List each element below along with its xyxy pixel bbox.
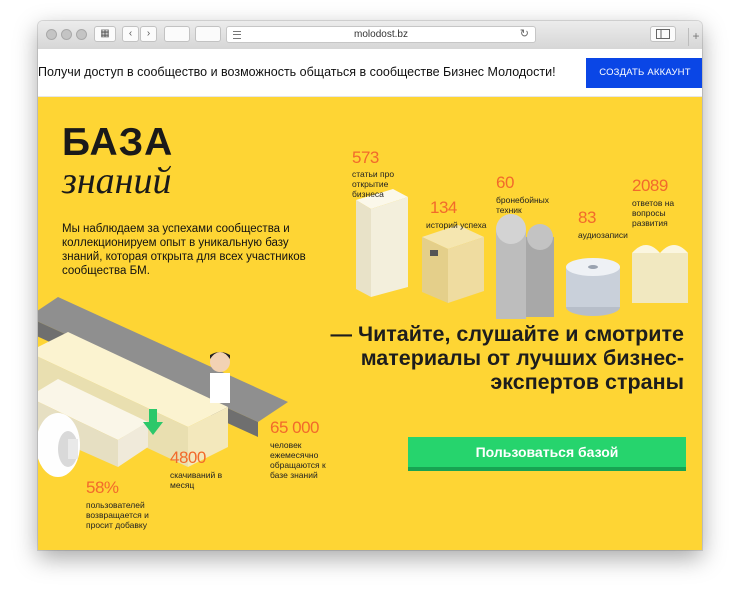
- promo-bar: Получи доступ в сообщество и возможность…: [38, 49, 702, 97]
- page-subtitle: знаний: [62, 160, 172, 202]
- url-text: molodost.bz: [354, 29, 408, 40]
- address-bar[interactable]: molodost.bz ↻: [226, 26, 536, 43]
- back-button[interactable]: ‹: [122, 26, 139, 42]
- page-title: БАЗА: [62, 121, 174, 164]
- stat-audio-label: аудиозаписи: [578, 230, 628, 240]
- stat-audio-value: 83: [578, 208, 596, 227]
- minimize-window-button[interactable]: [61, 29, 72, 40]
- stat-answers-label: ответов на вопросы развития: [632, 198, 675, 228]
- reader-icon[interactable]: [233, 31, 241, 39]
- stat-returning-label: пользователей возвращается и просит доба…: [86, 500, 149, 530]
- reload-icon[interactable]: ↻: [520, 27, 529, 42]
- hero-description: Мы наблюдаем за успехами сообщества и ко…: [62, 223, 306, 277]
- sidebar-icon: [656, 29, 670, 39]
- zoom-window-button[interactable]: [76, 29, 87, 40]
- sidebar-button[interactable]: [650, 26, 676, 42]
- stat-returning-value: 58%: [86, 478, 119, 497]
- chevron-right-icon: ›: [146, 28, 151, 39]
- tab-overview-button[interactable]: ▦: [94, 26, 116, 42]
- stat-articles-value: 573: [352, 148, 379, 167]
- toolbar-button-1[interactable]: [164, 26, 190, 42]
- stat-techniques-value: 60: [496, 173, 514, 192]
- stat-answers-value: 2089: [632, 176, 668, 195]
- chevron-left-icon: ‹: [128, 28, 133, 39]
- close-window-button[interactable]: [46, 29, 57, 40]
- knowledge-base-hero: БАЗА знаний Мы наблюдаем за успехами соо…: [38, 97, 702, 550]
- stat-stories-value: 134: [430, 198, 457, 217]
- grid-icon: ▦: [100, 28, 110, 39]
- use-base-button[interactable]: Пользоваться базой: [408, 437, 686, 471]
- stat-downloads-label: скачиваний в месяц: [170, 470, 223, 490]
- stat-articles-label: статьи про открытие бизнеса: [352, 169, 395, 199]
- create-account-button[interactable]: СОЗДАТЬ АККАУНТ: [586, 58, 702, 88]
- stat-techniques-label: бронебойных техник: [496, 195, 550, 215]
- stat-downloads-value: 4800: [170, 448, 206, 467]
- stat-stories-label: историй успеха: [426, 220, 487, 230]
- stat-visitors-value: 65 000: [270, 418, 320, 437]
- toolbar-button-2[interactable]: [195, 26, 221, 42]
- browser-window: ▦ ‹ › molodost.bz ↻ + Получи доступ в со…: [38, 21, 702, 550]
- new-tab-button[interactable]: +: [688, 28, 702, 46]
- hero-headline: — Читайте, слушайте и смотрите материалы…: [330, 322, 684, 394]
- browser-toolbar: ▦ ‹ › molodost.bz ↻ +: [38, 21, 702, 50]
- stat-visitors-label: человек ежемесячно обращаются к базе зна…: [270, 440, 326, 480]
- plus-icon: +: [692, 29, 700, 43]
- forward-button[interactable]: ›: [140, 26, 157, 42]
- promo-text: Получи доступ в сообщество и возможность…: [38, 65, 556, 79]
